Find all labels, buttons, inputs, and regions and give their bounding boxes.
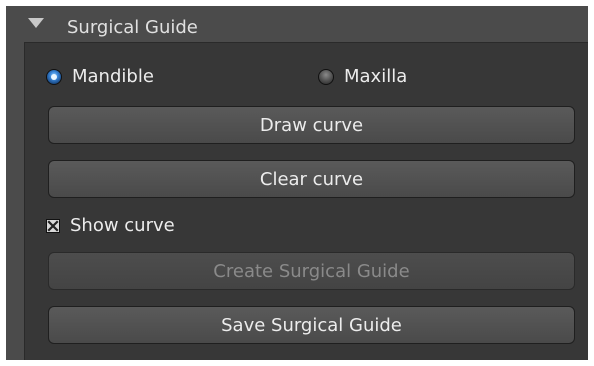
collapse-triangle-icon[interactable] bbox=[28, 18, 44, 28]
surgical-guide-panel: Surgical Guide Mandible Maxilla Draw cur… bbox=[6, 6, 588, 360]
panel-title: Surgical Guide bbox=[67, 17, 198, 38]
show-curve-label: Show curve bbox=[70, 215, 175, 236]
radio-unselected-icon[interactable] bbox=[318, 69, 334, 85]
save-surgical-guide-button[interactable]: Save Surgical Guide bbox=[48, 306, 575, 344]
show-curve-checkbox[interactable]: Show curve bbox=[46, 215, 175, 237]
radio-maxilla-label: Maxilla bbox=[344, 66, 408, 87]
radio-selected-icon[interactable] bbox=[46, 69, 62, 85]
radio-mandible[interactable]: Mandible bbox=[46, 66, 154, 88]
create-surgical-guide-button[interactable]: Create Surgical Guide bbox=[48, 252, 575, 290]
radio-maxilla[interactable]: Maxilla bbox=[318, 66, 407, 88]
panel-header[interactable]: Surgical Guide bbox=[6, 6, 588, 42]
panel-body: Mandible Maxilla Draw curve Clear curve … bbox=[24, 42, 588, 360]
radio-mandible-label: Mandible bbox=[72, 66, 154, 87]
draw-curve-button[interactable]: Draw curve bbox=[48, 106, 575, 144]
clear-curve-button[interactable]: Clear curve bbox=[48, 160, 575, 198]
checkbox-checked-icon[interactable] bbox=[46, 219, 60, 233]
